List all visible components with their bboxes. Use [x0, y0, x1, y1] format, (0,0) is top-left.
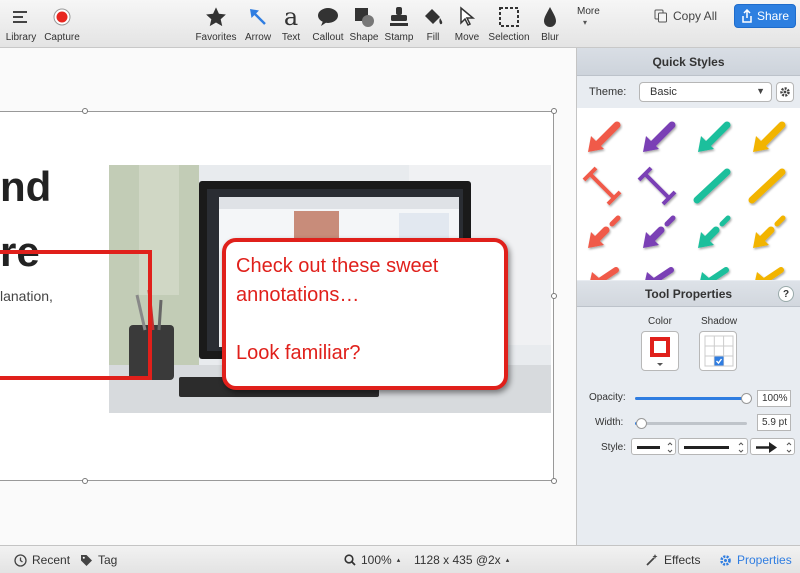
quick-style-arrow[interactable]: [753, 121, 786, 152]
opacity-input[interactable]: 100%: [757, 390, 791, 407]
properties-button[interactable]: Properties: [719, 553, 792, 567]
dimensions-control[interactable]: 1128 x 435 @2x ▴: [414, 553, 509, 567]
quick-style-arrow[interactable]: [588, 121, 621, 152]
toolbar: Library Capture Favorites Arrow a Text C…: [0, 0, 800, 48]
zoom-control[interactable]: 100% ▴: [344, 553, 400, 567]
resize-handle[interactable]: [82, 478, 88, 484]
gear-icon: [780, 87, 790, 97]
capture-button[interactable]: Capture: [37, 4, 87, 43]
document-heading: nd: [0, 163, 52, 210]
quick-style-arrow[interactable]: [588, 215, 621, 248]
width-label: Width:: [595, 417, 624, 428]
pointer-icon: [458, 4, 476, 30]
more-button[interactable]: More: [577, 6, 600, 17]
resize-handle[interactable]: [551, 108, 557, 114]
style-label: Style:: [601, 442, 627, 453]
library-icon: [13, 4, 29, 30]
tag-button[interactable]: Tag: [80, 553, 117, 567]
shadow-picker[interactable]: [699, 331, 737, 371]
quick-style-arrow[interactable]: [588, 267, 619, 280]
quick-style-arrow[interactable]: [698, 121, 731, 152]
selection-icon: [498, 4, 520, 30]
chevron-down-icon: ▼: [756, 86, 765, 96]
text-icon: a: [283, 3, 299, 31]
width-input[interactable]: 5.9 pt: [757, 414, 791, 431]
rectangle-annotation[interactable]: [0, 250, 152, 380]
chevron-up-icon: ▴: [505, 557, 510, 564]
quick-style-arrow[interactable]: [698, 267, 729, 280]
theme-settings-button[interactable]: [776, 82, 794, 102]
share-icon: [742, 9, 752, 23]
checkmark-icon: [714, 356, 724, 366]
copy-icon: [654, 9, 667, 23]
quick-style-arrow[interactable]: [643, 121, 676, 152]
callout-annotation[interactable]: Check out these sweet annotations… Look …: [222, 238, 508, 390]
quick-styles-header: Quick Styles: [577, 48, 800, 76]
shape-icon: [353, 4, 375, 30]
quick-style-arrow[interactable]: [698, 215, 731, 248]
opacity-slider-fill: [635, 397, 747, 400]
shadow-label: Shadow: [701, 316, 738, 327]
quick-style-line[interactable]: [748, 168, 786, 204]
properties-panel: Quick Styles Theme: Basic ▼ Tool Propert…: [576, 48, 800, 545]
width-slider-knob[interactable]: [635, 418, 647, 429]
quick-style-line[interactable]: [582, 166, 622, 206]
color-label: Color: [648, 316, 672, 327]
quick-style-arrow[interactable]: [753, 215, 786, 248]
line-style-select[interactable]: [631, 438, 676, 455]
copy-all-button[interactable]: Copy All: [650, 5, 725, 27]
status-bar: Recent Tag 100% ▴ 1128 x 435 @2x ▴ Effec…: [0, 545, 800, 573]
paint-bucket-icon: [422, 4, 444, 30]
theme-label: Theme:: [589, 86, 627, 98]
quick-style-arrow[interactable]: [753, 267, 784, 280]
capture-icon: [53, 4, 71, 30]
quick-style-line[interactable]: [637, 166, 677, 206]
theme-select[interactable]: Basic ▼: [639, 82, 772, 102]
blur-tool-button[interactable]: Blur: [525, 4, 575, 43]
quick-style-arrow[interactable]: [643, 267, 674, 280]
width-slider[interactable]: [635, 418, 747, 429]
chevron-down-icon: ▾: [583, 18, 588, 27]
stamp-icon: [389, 4, 409, 30]
resize-handle[interactable]: [551, 293, 557, 299]
canvas[interactable]: nd re lanation, Check out these sweet an…: [0, 48, 576, 545]
speech-bubble-icon: [317, 4, 339, 30]
opacity-slider-knob[interactable]: [741, 393, 752, 404]
recent-button[interactable]: Recent: [14, 553, 70, 567]
opacity-label: Opacity:: [589, 392, 626, 403]
quick-style-line[interactable]: [693, 168, 731, 204]
share-button[interactable]: Share: [734, 4, 796, 28]
arrowhead-style-select[interactable]: [750, 438, 795, 455]
tool-properties-header: Tool Properties ?: [577, 281, 800, 307]
magic-wand-icon: [646, 554, 658, 566]
line-weight-select[interactable]: [678, 438, 748, 455]
callout-text[interactable]: Check out these sweet annotations… Look …: [236, 252, 494, 368]
quick-styles-grid: [577, 108, 800, 280]
star-icon: [205, 4, 227, 30]
resize-handle[interactable]: [82, 108, 88, 114]
theme-row: Theme: Basic ▼: [577, 76, 800, 106]
chevron-up-icon: ▴: [396, 557, 401, 564]
color-picker[interactable]: [641, 331, 679, 371]
gear-icon: [720, 554, 731, 566]
opacity-slider[interactable]: [635, 393, 752, 404]
effects-button[interactable]: Effects: [645, 553, 700, 567]
resize-handle[interactable]: [551, 478, 557, 484]
clock-icon: [14, 553, 27, 567]
help-button[interactable]: ?: [778, 286, 794, 302]
droplet-icon: [542, 4, 558, 30]
tag-icon: [81, 554, 92, 566]
quick-style-arrow[interactable]: [643, 215, 676, 248]
magnifier-icon: [344, 554, 356, 566]
